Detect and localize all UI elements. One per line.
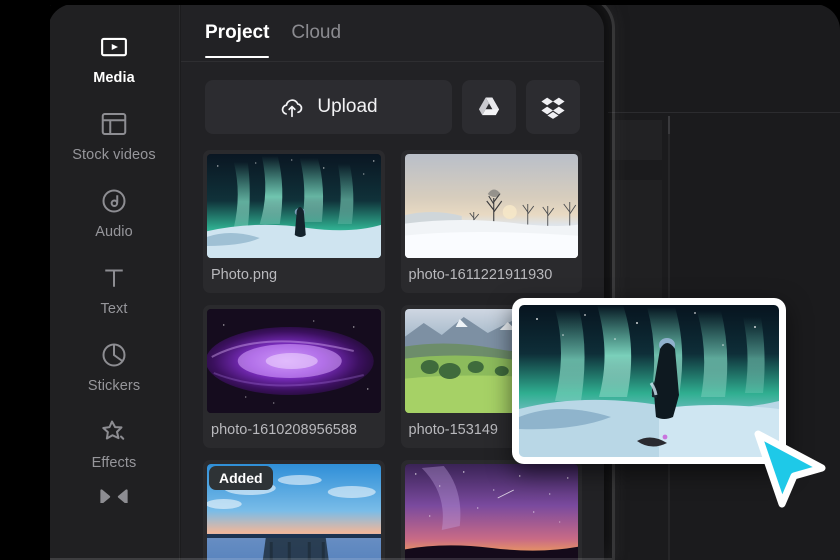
workspace-horizontal-divider <box>608 112 840 113</box>
drag-preview-thumbnail <box>519 305 779 457</box>
sidebar-item-label: Audio <box>95 224 133 240</box>
tab-project[interactable]: Project <box>205 22 270 58</box>
editor-window: Media Stock videos Audio Text Stickers E… <box>48 4 604 560</box>
sidebar-item-label: Effects <box>91 455 137 471</box>
stock-videos-icon <box>99 109 129 139</box>
media-thumbnail <box>404 154 578 258</box>
tab-label: Project <box>205 22 270 43</box>
sidebar-item-transitions[interactable] <box>48 484 180 516</box>
arrow-cursor <box>748 428 830 512</box>
sidebar-item-label: Stock videos <box>72 147 156 163</box>
media-thumbnail <box>404 464 578 560</box>
google-drive-icon <box>476 94 502 120</box>
sidebar-item-stock-videos[interactable]: Stock videos <box>48 99 180 176</box>
workspace-block <box>610 120 662 160</box>
sidebar-item-effects[interactable]: Effects <box>48 407 180 484</box>
left-letterbox <box>0 0 50 560</box>
workspace-block <box>610 180 662 300</box>
media-card-name: Photo.png <box>211 267 278 283</box>
sidebar-item-label: Media <box>93 70 135 86</box>
dropbox-button[interactable] <box>526 80 580 134</box>
status-badge: Added <box>209 466 273 490</box>
screen: Media Stock videos Audio Text Stickers E… <box>0 0 840 560</box>
media-card[interactable] <box>400 460 582 560</box>
upload-toolbar: Upload <box>181 62 604 134</box>
dropbox-icon <box>540 94 566 120</box>
tab-label: Cloud <box>291 22 342 43</box>
sidebar-item-stickers[interactable]: Stickers <box>48 330 180 407</box>
media-icon <box>99 32 129 62</box>
drag-preview-card[interactable] <box>512 298 786 464</box>
effects-icon <box>99 417 129 447</box>
tab-cloud[interactable]: Cloud <box>291 22 341 58</box>
media-card[interactable]: Added <box>203 460 385 560</box>
panel-tabs: Project Cloud <box>181 4 604 62</box>
media-panel: Project Cloud Upload Photo.png photo-161… <box>181 4 604 560</box>
media-card[interactable]: photo-1610208956588 <box>203 305 385 448</box>
transitions-icon <box>99 488 129 505</box>
media-card-name: photo-1611221911930 <box>408 267 553 283</box>
sidebar: Media Stock videos Audio Text Stickers E… <box>48 4 180 560</box>
upload-button-label: Upload <box>317 96 378 117</box>
stickers-icon <box>99 340 129 370</box>
sidebar-item-label: Text <box>100 301 128 317</box>
sidebar-item-audio[interactable]: Audio <box>48 176 180 253</box>
text-icon <box>99 263 129 293</box>
cloud-upload-icon <box>279 94 305 120</box>
sidebar-item-label: Stickers <box>87 378 141 394</box>
sidebar-item-text[interactable]: Text <box>48 253 180 330</box>
top-letterbox <box>0 0 840 5</box>
media-card-name: photo-1610208956588 <box>211 422 357 438</box>
media-card[interactable]: photo-1611221911930 <box>400 150 582 293</box>
media-card[interactable]: Photo.png <box>203 150 385 293</box>
media-thumbnail <box>207 309 381 413</box>
workspace-vertical-divider-highlight <box>668 116 670 134</box>
audio-icon <box>99 186 129 216</box>
sidebar-item-media[interactable]: Media <box>48 22 180 99</box>
upload-button[interactable]: Upload <box>205 80 452 134</box>
google-drive-button[interactable] <box>462 80 516 134</box>
media-thumbnail <box>207 154 381 258</box>
